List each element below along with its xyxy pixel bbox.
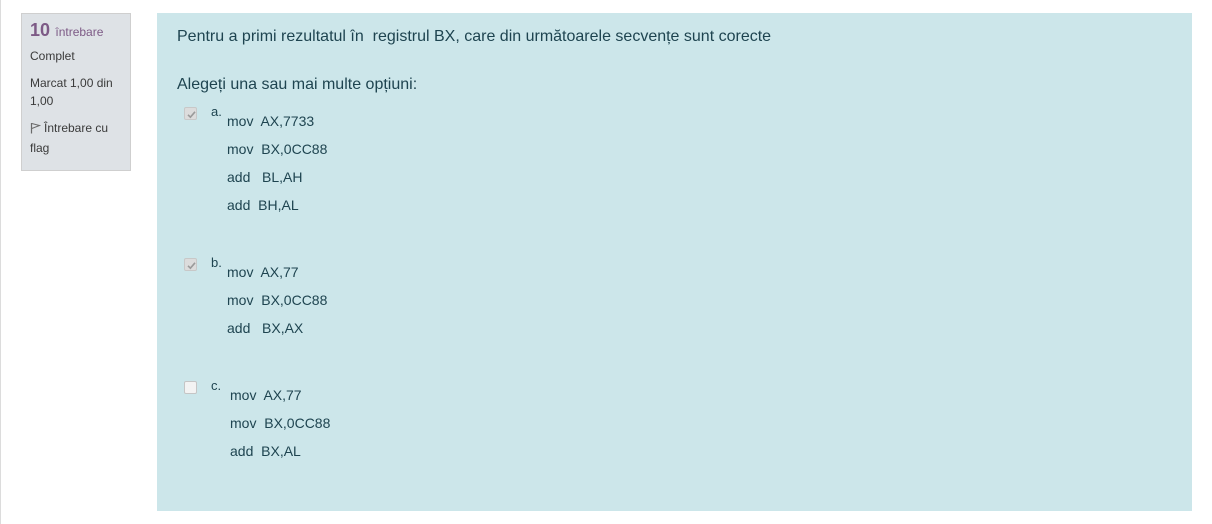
code-line: mov AX,77 <box>230 387 302 403</box>
code-line: add BH,AL <box>227 197 299 213</box>
question-word: întrebare <box>55 25 104 39</box>
code-line: mov AX,77 <box>227 264 299 280</box>
code-line: mov BX,0CC88 <box>227 141 328 157</box>
option-c-code: mov AX,77 mov BX,0CC88 add BX,AL <box>230 385 330 469</box>
question-info-panel: 10 întrebare Complet Marcat 1,00 din 1,0… <box>21 13 131 171</box>
option-c-checkbox[interactable] <box>184 381 197 394</box>
question-state: Complet <box>30 49 75 63</box>
option-b-code: mov AX,77 mov BX,0CC88 add BX,AX <box>227 262 327 346</box>
option-a-letter: a. <box>211 104 222 119</box>
flag-label[interactable]: Întrebare cu flag <box>30 121 108 155</box>
option-b-checkbox[interactable] <box>184 258 197 271</box>
code-line: add BX,AX <box>227 320 304 336</box>
question-number-line: 10 întrebare <box>30 21 122 41</box>
code-line: add BX,AL <box>230 443 301 459</box>
flag-icon[interactable] <box>30 121 42 139</box>
code-line: mov BX,0CC88 <box>227 292 328 308</box>
question-text: Pentru a primi rezultatul în registrul B… <box>177 28 772 45</box>
code-line: add BL,AH <box>227 169 303 185</box>
option-a-code: mov AX,7733 mov BX,0CC88 add BL,AH add B… <box>227 111 327 223</box>
code-line: mov BX,0CC88 <box>230 415 331 431</box>
flag-question-link[interactable]: Întrebare cu flag <box>30 119 122 157</box>
option-a-checkbox[interactable] <box>184 107 197 120</box>
option-b-letter: b. <box>211 255 222 270</box>
option-c-letter: c. <box>211 378 222 393</box>
question-grade: Marcat 1,00 din 1,00 <box>30 76 113 108</box>
answer-prompt: Alegeți una sau mai multe opțiuni: <box>177 76 418 93</box>
page-left-border <box>0 0 1 524</box>
question-content: Pentru a primi rezultatul în registrul B… <box>157 13 1192 511</box>
code-line: mov AX,7733 <box>227 113 315 129</box>
question-number: 10 <box>30 20 51 40</box>
